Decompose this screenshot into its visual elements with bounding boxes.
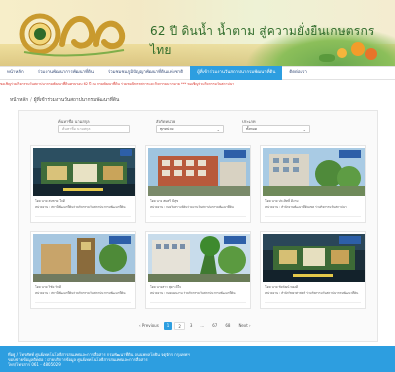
chevron-down-icon: ⌄	[216, 127, 220, 132]
card-author: โดย นาย วิชัย รักดี	[35, 285, 62, 289]
pagination-page-68[interactable]: 68	[222, 322, 233, 330]
type-filter-label: ประเภท	[242, 119, 256, 124]
site-footer: ที่อยู่ / โทรศัพท์ ศูนย์เทคโนโลยีสารสนเท…	[0, 346, 395, 372]
participant-card[interactable]: โดย นาย ประสิทธิ์ ดีงาม หน่วยงาน : สำนัก…	[260, 145, 366, 223]
card-divider	[265, 302, 361, 303]
breadcrumb-current: ผู้ที่เข้าร่วมงานวันสถาปนากรมพัฒนาที่ดิน	[33, 98, 120, 103]
nav-item-home[interactable]: หน้าหลัก	[0, 66, 31, 80]
participant-card[interactable]: โดย นาง สมศรี มีสุข หน่วยงาน : กองวิเครา…	[145, 145, 251, 223]
pagination-ellipsis: ...	[200, 322, 205, 328]
pagination-page-2[interactable]: 2	[174, 321, 185, 330]
type-select[interactable]: ทั้งหมด ⌄	[242, 125, 310, 133]
pagination: ‹ Previous 1 2 3 ... 67 68 Next ›	[136, 321, 254, 330]
card-description: หน่วยงาน : สถานีพัฒนาที่ดินร่วมกิจกรรมวั…	[35, 291, 126, 295]
pagination-next[interactable]: Next ›	[235, 322, 253, 330]
card-author: โดย นาย ชัยวัฒน์ ทองดี	[265, 285, 299, 289]
fruit-decoration	[365, 48, 377, 60]
card-author: โดย นาย สมชาย ใจดี	[35, 199, 65, 203]
card-divider	[35, 216, 131, 217]
card-description: หน่วยงาน : สำนักวิทยาศาสตร์ ร่วมกิจกรรมว…	[265, 291, 359, 295]
name-filter-label: ค้นหาชื่อ นามสกุล	[58, 119, 90, 124]
header-banner: 62 ปี ดินน้ำ น้ำตาม สู่ความยั่งยืนเกษตรก…	[0, 0, 395, 66]
pagination-previous[interactable]: ‹ Previous	[136, 322, 162, 330]
footer-phone: โทร/โทรสาร 061 - 4805029	[8, 362, 61, 368]
card-description: หน่วยงาน : กองแผนงาน ร่วมกิจกรรมวันสถาปน…	[150, 291, 236, 295]
fruit-decoration	[351, 42, 365, 56]
nav-item-wisdom[interactable]: ร่วมชมชมภูมิปัญญาพัฒนาที่ดินแห่งชาติ	[101, 66, 190, 80]
vegetable-decoration	[319, 54, 335, 62]
main-nav: หน้าหลัก ร่วมงานพัฒนาการพัฒนาที่ดิน ร่วม…	[0, 66, 395, 80]
participant-photo[interactable]	[263, 148, 365, 196]
participant-photo[interactable]	[33, 234, 135, 282]
chevron-down-icon: ⌄	[302, 127, 306, 132]
card-author: โดย นาย ประสิทธิ์ ดีงาม	[265, 199, 299, 203]
card-author: โดย นาง สมศรี มีสุข	[150, 199, 179, 203]
filter-bar: ค้นหาชื่อ นามสกุล ค้นหาชื่อ นามสกุล สังก…	[38, 118, 328, 140]
breadcrumb-separator: /	[30, 98, 32, 103]
card-divider	[35, 302, 131, 303]
unit-select-value: ทุกหน่วย	[160, 127, 174, 131]
participant-card[interactable]: โดย นาย สมชาย ใจดี หน่วยงาน : สถานีพัฒนา…	[30, 145, 136, 223]
logo-badge-icon	[120, 149, 132, 156]
unit-filter-label: สังกัดหน่วย	[156, 119, 176, 124]
breadcrumb: หน้าหลัก / ผู้ที่เข้าร่วมงานวันสถาปนากรมพั…	[10, 96, 119, 104]
fruit-decoration	[337, 48, 347, 58]
participant-photo[interactable]	[148, 234, 250, 282]
unit-select[interactable]: ทุกหน่วย ⌄	[156, 125, 224, 133]
card-description: หน่วยงาน : สำนักงานพัฒนาที่ดินเขต ร่วมกิ…	[265, 205, 347, 209]
participant-card[interactable]: โดย นาย ชัยวัฒน์ ทองดี หน่วยงาน : สำนักว…	[260, 231, 366, 309]
nav-item-contact[interactable]: ติดต่อเรา	[282, 66, 314, 80]
card-author: โดย นางสาว สุดา ดีใจ	[150, 285, 182, 289]
nav-item-participants[interactable]: ผู้ที่เข้าร่วมงานวันสถาปนากรมพัฒนาที่ดิน	[190, 66, 283, 80]
announcement-ticker[interactable]: ขอเชิญร่วมกิจกรรมวันสถาปนากรมพัฒนาที่ดิน…	[0, 80, 395, 88]
participant-photo[interactable]	[263, 234, 365, 282]
pagination-page-67[interactable]: 67	[209, 322, 220, 330]
participant-photo[interactable]	[148, 148, 250, 196]
name-search-input[interactable]: ค้นหาชื่อ นามสกุล	[58, 125, 130, 133]
card-description: หน่วยงาน : สถานีพัฒนาที่ดินร่วมกิจกรรมวั…	[35, 205, 126, 209]
pagination-page-3[interactable]: 3	[187, 322, 196, 330]
card-description: หน่วยงาน : กองวิเคราะห์ดินร่วมงานวันสถาป…	[150, 205, 234, 209]
participant-card[interactable]: โดย นางสาว สุดา ดีใจ หน่วยงาน : กองแผนงา…	[145, 231, 251, 309]
card-divider	[150, 216, 246, 217]
pagination-page-1[interactable]: 1	[163, 321, 173, 330]
anniversary-logo-icon[interactable]	[18, 4, 128, 62]
card-divider	[150, 302, 246, 303]
breadcrumb-home[interactable]: หน้าหลัก	[10, 98, 28, 103]
type-select-value: ทั้งหมด	[246, 127, 258, 131]
nav-item-development[interactable]: ร่วมงานพัฒนาการพัฒนาที่ดิน	[31, 66, 101, 80]
participant-card[interactable]: โดย นาย วิชัย รักดี หน่วยงาน : สถานีพัฒน…	[30, 231, 136, 309]
card-divider	[265, 216, 361, 217]
